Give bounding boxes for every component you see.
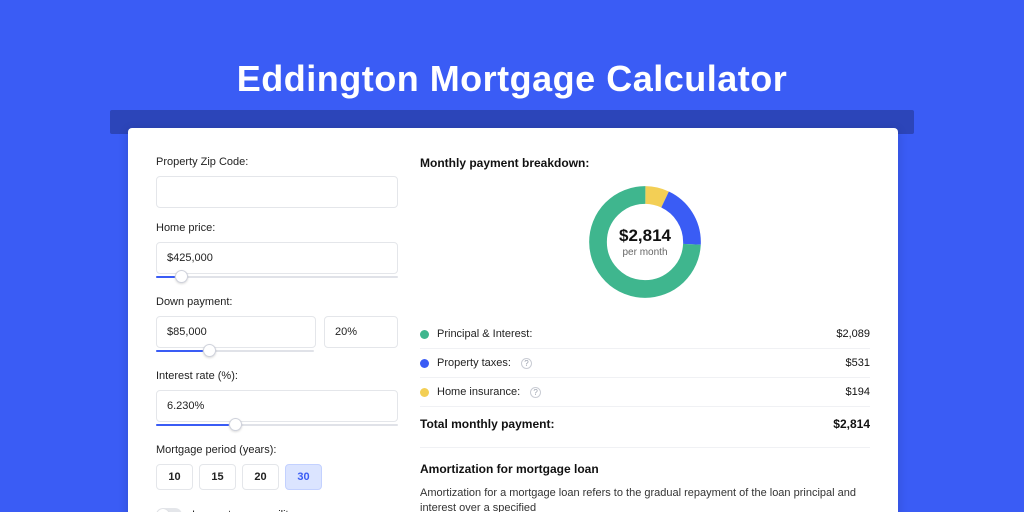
down-payment-input[interactable] [156,316,316,348]
down-payment-field: Down payment: [156,296,398,356]
period-button-30[interactable]: 30 [285,464,322,490]
page-title: Eddington Mortgage Calculator [0,0,1024,100]
page-root: Eddington Mortgage Calculator Property Z… [0,0,1024,512]
home-price-input[interactable] [156,242,398,274]
interest-rate-input[interactable] [156,390,398,422]
legend-label: Home insurance: [437,386,520,398]
amortization-text: Amortization for a mortgage loan refers … [420,486,870,512]
total-value: $2,814 [833,417,870,431]
interest-rate-field: Interest rate (%): [156,370,398,430]
veteran-toggle[interactable] [156,508,182,512]
legend-row: Principal & Interest: $2,089 [420,320,870,348]
breakdown-panel: Monthly payment breakdown: $2,814 per mo… [420,156,870,512]
donut-subtext: per month [619,247,671,258]
legend-label: Principal & Interest: [437,328,532,340]
legend-value: $194 [846,386,870,398]
legend: Principal & Interest: $2,089 Property taxe… [420,320,870,406]
legend-dot [420,330,429,339]
donut-amount: $2,814 [619,226,671,246]
down-payment-pct-input[interactable] [324,316,398,348]
home-price-label: Home price: [156,222,398,234]
zip-label: Property Zip Code: [156,156,398,168]
zip-field: Property Zip Code: [156,156,398,208]
slider-thumb[interactable] [203,344,216,357]
slider-thumb[interactable] [175,270,188,283]
mortgage-period-field: Mortgage period (years): 10152030 [156,444,398,490]
total-row: Total monthly payment: $2,814 [420,406,870,443]
donut-center: $2,814 per month [619,226,671,258]
donut-chart: $2,814 per month [420,180,870,304]
period-buttons: 10152030 [156,464,398,490]
legend-row: Property taxes:? $531 [420,348,870,377]
home-price-field: Home price: [156,222,398,282]
calculator-card: Property Zip Code: Home price: Down paym… [128,128,898,512]
amortization-title: Amortization for mortgage loan [420,462,870,476]
slider-thumb[interactable] [229,418,242,431]
interest-rate-slider[interactable] [156,420,398,430]
info-icon[interactable]: ? [521,358,532,369]
legend-dot [420,388,429,397]
legend-value: $2,089 [836,328,870,340]
period-button-15[interactable]: 15 [199,464,236,490]
home-price-slider[interactable] [156,272,398,282]
info-icon[interactable]: ? [530,387,541,398]
mortgage-period-label: Mortgage period (years): [156,444,398,456]
divider [420,447,870,448]
interest-rate-label: Interest rate (%): [156,370,398,382]
period-button-20[interactable]: 20 [242,464,279,490]
legend-value: $531 [846,357,870,369]
down-payment-slider[interactable] [156,346,314,356]
total-label: Total monthly payment: [420,417,554,431]
breakdown-title: Monthly payment breakdown: [420,156,870,170]
period-button-10[interactable]: 10 [156,464,193,490]
form-panel: Property Zip Code: Home price: Down paym… [156,156,398,512]
zip-input[interactable] [156,176,398,208]
legend-row: Home insurance:? $194 [420,377,870,406]
legend-dot [420,359,429,368]
legend-label: Property taxes: [437,357,511,369]
down-payment-label: Down payment: [156,296,398,308]
veteran-row: I am veteran or military [156,508,398,512]
